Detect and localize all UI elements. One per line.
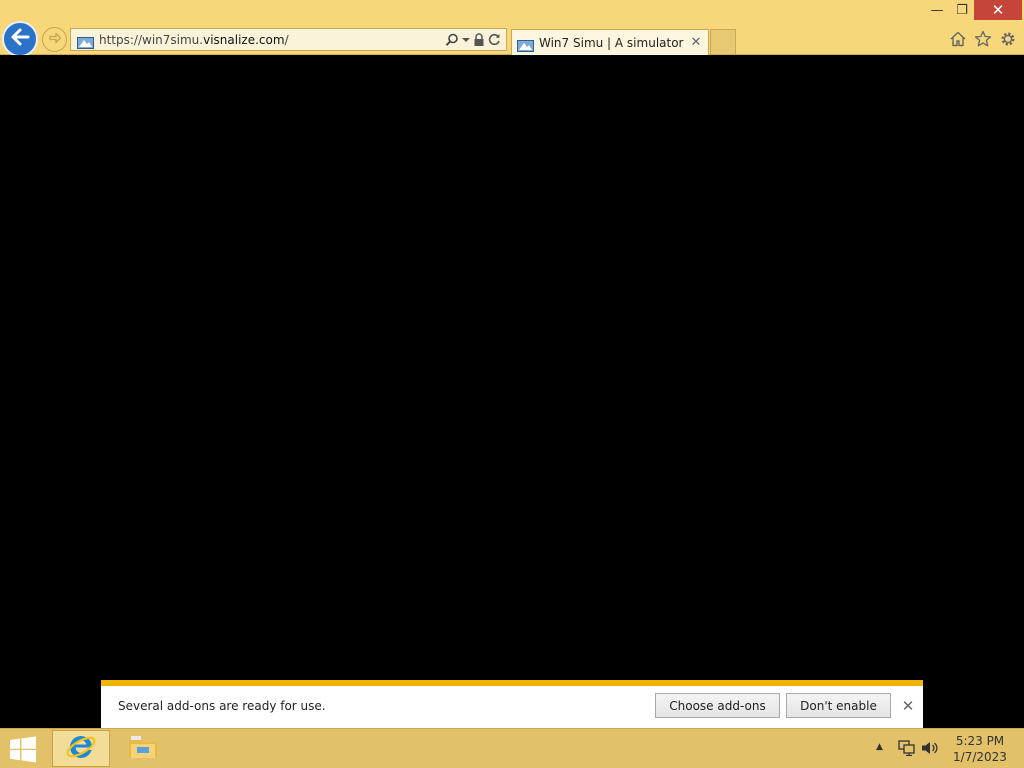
notification-message: Several add-ons are ready for use. (118, 699, 326, 713)
site-icon (77, 34, 94, 49)
page-viewport (0, 55, 1024, 680)
url-prefix: https://win7simu. (99, 32, 204, 47)
clock-date: 1/7/2023 (953, 750, 1007, 764)
refresh-icon[interactable] (488, 33, 501, 46)
url-text[interactable]: https://win7simu.visnalize.com/ (99, 33, 445, 47)
new-tab-button[interactable] (710, 29, 736, 54)
clock-time: 5:23 PM (955, 734, 1005, 748)
volume-icon[interactable] (921, 740, 939, 756)
taskbar-internet-explorer[interactable] (52, 730, 110, 767)
home-icon[interactable] (948, 29, 968, 49)
url-suffix: / (284, 32, 289, 47)
lock-icon[interactable] (473, 32, 485, 47)
taskbar-clock[interactable]: 5:23 PM 1/7/2023 (944, 733, 1016, 765)
minimize-button[interactable]: — (924, 0, 950, 20)
addons-notification-bar: Several add-ons are ready for use. Choos… (101, 680, 923, 728)
tab-title: Win7 Simu | A simulator of ... (539, 35, 688, 50)
search-icon[interactable] (445, 33, 459, 47)
settings-gear-icon[interactable] (998, 29, 1018, 49)
address-bar[interactable]: https://win7simu.visnalize.com/ (70, 28, 507, 51)
network-icon[interactable] (898, 740, 915, 757)
dont-enable-button[interactable]: Don't enable (786, 693, 891, 718)
tab-win7-simu[interactable]: Win7 Simu | A simulator of ... ✕ (511, 29, 709, 55)
start-button[interactable] (8, 736, 38, 763)
taskbar: ▲ 5:23 PM 1/7/2023 (0, 728, 1024, 768)
choose-addons-button[interactable]: Choose add-ons (655, 693, 780, 718)
url-domain: visnalize.com (203, 32, 285, 47)
show-hidden-icons-arrow[interactable]: ▲ (876, 742, 883, 752)
notification-close-icon[interactable]: ✕ (900, 697, 916, 715)
windows-logo-icon (8, 736, 38, 767)
taskbar-file-explorer[interactable] (124, 733, 162, 765)
forward-button[interactable] (42, 27, 67, 52)
restore-button[interactable]: ❐ (950, 0, 974, 20)
back-arrow-icon (9, 26, 31, 52)
site-icon (517, 37, 534, 52)
favorites-star-icon[interactable] (973, 29, 993, 49)
browser-toolbar: — ❐ ✕ https://win7simu.visnalize.com/ Wi… (0, 0, 1024, 57)
internet-explorer-icon (65, 731, 97, 767)
file-explorer-icon (127, 733, 159, 765)
tab-close-icon[interactable]: ✕ (688, 35, 704, 50)
dropdown-arrow-icon[interactable] (462, 36, 470, 44)
back-button[interactable] (2, 21, 38, 57)
close-window-button[interactable]: ✕ (974, 0, 1022, 20)
forward-arrow-icon (47, 30, 63, 50)
